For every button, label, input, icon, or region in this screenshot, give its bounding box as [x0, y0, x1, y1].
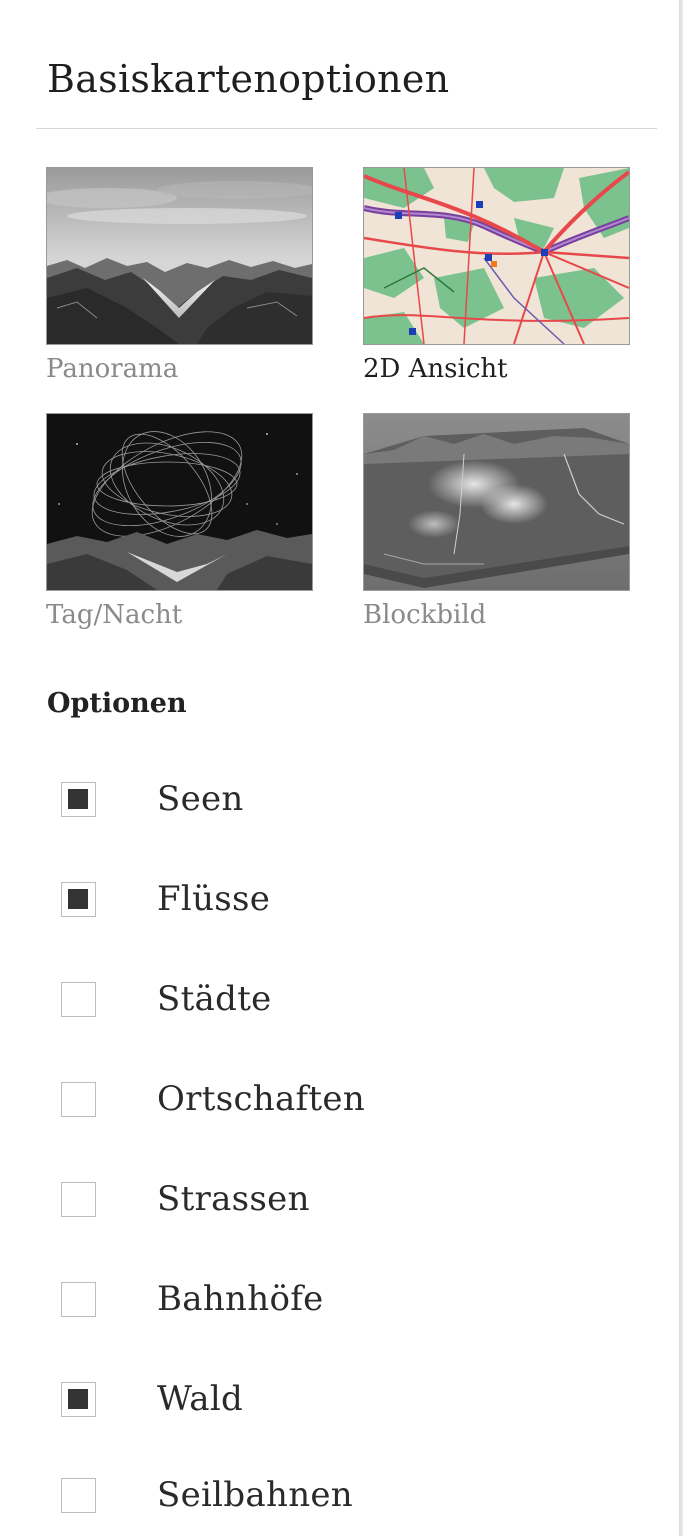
checkbox-wald[interactable]	[61, 1382, 96, 1417]
panorama-thumbnail	[46, 167, 313, 345]
option-strassen[interactable]: Strassen	[61, 1179, 621, 1222]
option-label-seilbahnen: Seilbahnen	[157, 1475, 354, 1515]
option-ortschaften[interactable]: Ortschaften	[61, 1079, 621, 1122]
basemap-option-panorama[interactable]: Panorama	[46, 167, 313, 385]
checkbox-seen[interactable]	[61, 782, 96, 817]
option-fluesse[interactable]: Flüsse	[61, 879, 621, 922]
basemap-label-panorama: Panorama	[46, 354, 179, 384]
block-diagram-thumbnail	[363, 413, 630, 591]
checkbox-staedte[interactable]	[61, 982, 96, 1017]
option-seilbahnen[interactable]: Seilbahnen	[61, 1475, 621, 1518]
checkbox-seilbahnen[interactable]	[61, 1478, 96, 1513]
panel-edge	[679, 0, 683, 1536]
checkbox-bahnhoefe[interactable]	[61, 1282, 96, 1317]
option-label-strassen: Strassen	[157, 1179, 310, 1219]
option-label-bahnhoefe: Bahnhöfe	[157, 1279, 324, 1319]
option-label-ortschaften: Ortschaften	[157, 1079, 366, 1119]
page-title: Basiskartenoptionen	[47, 57, 450, 101]
basemap-label-tag-nacht: Tag/Nacht	[46, 600, 183, 630]
basemap-label-2d-ansicht: 2D Ansicht	[363, 354, 508, 384]
option-label-wald: Wald	[157, 1379, 244, 1419]
title-divider	[36, 128, 657, 129]
option-staedte[interactable]: Städte	[61, 979, 621, 1022]
option-label-seen: Seen	[157, 779, 244, 819]
basemap-option-2d-ansicht[interactable]: 2D Ansicht	[363, 167, 630, 385]
checkmark-icon	[68, 1389, 88, 1409]
basemap-label-blockbild: Blockbild	[363, 600, 487, 630]
basemap-option-blockbild[interactable]: Blockbild	[363, 413, 630, 631]
2d-map-thumbnail	[363, 167, 630, 345]
checkmark-icon	[68, 889, 88, 909]
checkmark-icon	[68, 789, 88, 809]
checkbox-ortschaften[interactable]	[61, 1082, 96, 1117]
checkbox-fluesse[interactable]	[61, 882, 96, 917]
basemap-options-panel: Basiskartenoptionen Panorama 2D Ansicht …	[0, 0, 679, 1536]
option-wald[interactable]: Wald	[61, 1379, 621, 1422]
option-label-staedte: Städte	[157, 979, 272, 1019]
option-bahnhoefe[interactable]: Bahnhöfe	[61, 1279, 621, 1322]
day-night-thumbnail	[46, 413, 313, 591]
option-seen[interactable]: Seen	[61, 779, 621, 822]
checkbox-strassen[interactable]	[61, 1182, 96, 1217]
options-heading: Optionen	[47, 688, 187, 719]
basemap-option-tag-nacht[interactable]: Tag/Nacht	[46, 413, 313, 631]
option-label-fluesse: Flüsse	[157, 879, 271, 919]
